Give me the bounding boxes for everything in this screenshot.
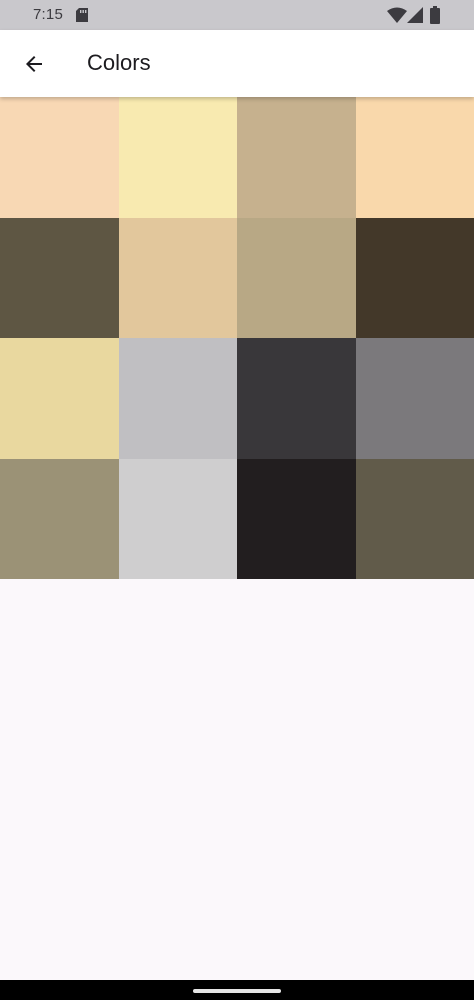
color-swatch[interactable] xyxy=(0,338,119,459)
color-swatch[interactable] xyxy=(118,338,237,459)
navigation-bar xyxy=(0,980,474,1000)
sd-card-icon xyxy=(76,8,88,22)
signal-icon xyxy=(407,7,423,23)
status-time: 7:15 xyxy=(33,6,63,23)
home-handle[interactable] xyxy=(193,989,281,993)
color-swatch[interactable] xyxy=(355,458,474,579)
color-swatch[interactable] xyxy=(237,217,356,338)
arrow-back-icon xyxy=(26,56,42,72)
color-swatch[interactable] xyxy=(0,97,119,218)
back-button[interactable] xyxy=(10,40,58,88)
color-swatch[interactable] xyxy=(118,97,237,218)
color-swatch[interactable] xyxy=(237,97,356,218)
color-swatch[interactable] xyxy=(355,217,474,338)
battery-icon xyxy=(430,6,440,24)
color-swatch[interactable] xyxy=(0,217,119,338)
status-bar: 7:15 xyxy=(0,0,474,30)
color-swatch[interactable] xyxy=(237,458,356,579)
color-swatch[interactable] xyxy=(355,97,474,218)
color-swatch[interactable] xyxy=(0,458,119,579)
app-bar: Colors xyxy=(0,30,474,97)
color-swatch[interactable] xyxy=(237,338,356,459)
color-grid xyxy=(0,97,474,579)
color-swatch[interactable] xyxy=(118,217,237,338)
page-title: Colors xyxy=(87,50,151,75)
color-swatch[interactable] xyxy=(355,338,474,459)
wifi-icon xyxy=(387,7,407,23)
color-swatch[interactable] xyxy=(118,458,237,579)
